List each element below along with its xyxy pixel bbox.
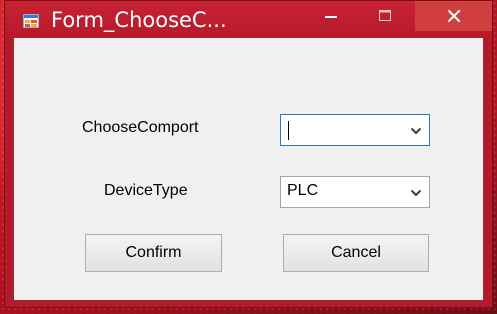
form-app-icon xyxy=(23,14,39,28)
title-bar[interactable]: Form_ChooseC... xyxy=(5,1,492,37)
confirm-button[interactable]: Confirm xyxy=(85,234,222,272)
chevron-down-icon[interactable] xyxy=(410,126,422,136)
maximize-button[interactable] xyxy=(365,1,405,31)
cancel-button[interactable]: Cancel xyxy=(283,234,429,272)
window-title: Form_ChooseC... xyxy=(51,8,227,32)
close-button[interactable] xyxy=(415,1,492,31)
form-client-area: ChooseComport DeviceType PLC Confirm Can… xyxy=(13,37,484,301)
device-type-combobox[interactable]: PLC xyxy=(280,176,430,208)
maximize-icon xyxy=(379,10,391,21)
device-type-label: DeviceType xyxy=(104,182,188,199)
choose-comport-combobox[interactable] xyxy=(280,114,430,146)
form-window: Form_ChooseC... ChooseComport DeviceType… xyxy=(4,0,493,308)
close-icon xyxy=(447,9,460,23)
choose-comport-label: ChooseComport xyxy=(82,119,199,136)
minimize-icon xyxy=(325,16,337,18)
chevron-down-icon[interactable] xyxy=(410,188,422,198)
device-type-value: PLC xyxy=(287,182,319,199)
minimize-button[interactable] xyxy=(311,1,351,31)
text-caret xyxy=(288,121,289,140)
